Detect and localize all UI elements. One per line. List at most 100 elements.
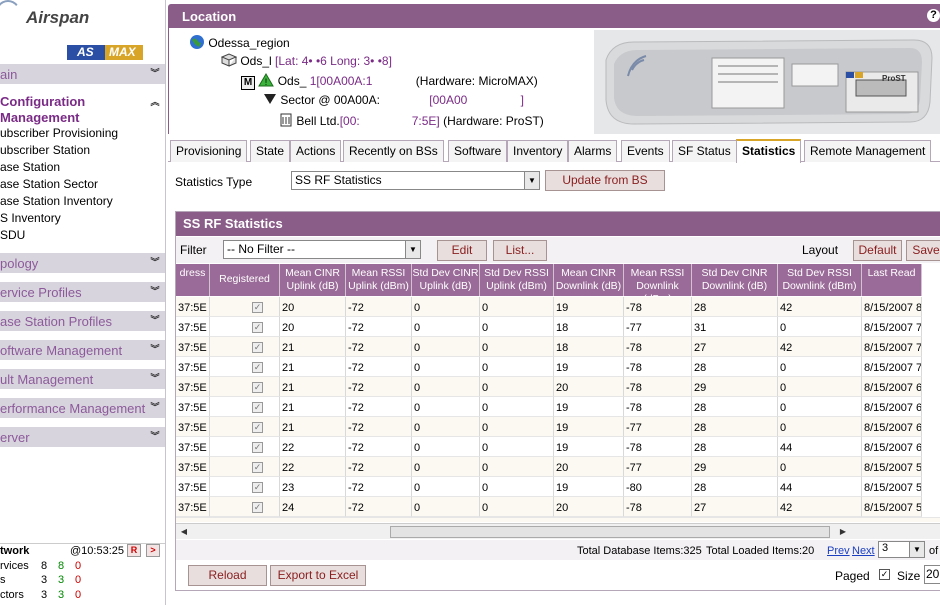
horizontal-scrollbar[interactable]: ◀ ▶ [176,523,940,539]
bottom-action-row: Reload Export to Excel Paged ✓ Size 20 [176,562,940,590]
chevron-down-icon[interactable]: ︾ [149,372,161,384]
nav-section-software-management[interactable]: oftware Management ︾ [0,339,165,360]
filter-value: -- No Filter -- [227,242,295,256]
nav-item-ss-inventory[interactable]: S Inventory [0,211,61,225]
nav-section-main[interactable]: ain ︾ [0,63,165,84]
column-header-address[interactable]: dress [176,264,210,296]
tree-label: Sector @ 00A00A: [280,93,380,107]
registered-checkbox: ✓ [252,302,263,313]
column-header-std-cinr-dl[interactable]: Std Dev CINR Downlink (dB) [692,264,778,296]
cell-std-cinr-ul: 0 [412,337,480,357]
chevron-down-icon[interactable]: ︾ [149,67,161,79]
nav-item-subscriber-provisioning[interactable]: ubscriber Provisioning [0,126,118,140]
page-size-input[interactable]: 20 [924,565,940,584]
update-from-bs-button[interactable]: Update from BS [545,170,665,191]
chevron-down-icon[interactable]: ︾ [149,401,161,413]
column-header-std-rssi-ul[interactable]: Std Dev RSSI Uplink (dBm) [480,264,554,296]
scroll-right-icon[interactable]: ▶ [836,525,850,539]
chevron-down-icon[interactable]: ▼ [524,172,539,189]
chevron-down-icon[interactable]: ︾ [149,430,161,442]
tab-software[interactable]: Software [448,140,508,162]
ss-rf-statistics-panel: SS RF Statistics Filter -- No Filter -- … [175,211,940,591]
paged-label: Paged [835,569,870,583]
nav-section-label: ain [0,67,18,82]
nav-item-base-station-inventory[interactable]: ase Station Inventory [0,194,113,208]
column-header-mean-cinr-ul[interactable]: Mean CINR Uplink (dB) [280,264,346,296]
tab-state[interactable]: State [250,140,291,162]
chevron-down-icon[interactable]: ︾ [149,314,161,326]
tab-sf-status[interactable]: SF Status [672,140,737,162]
nav-section-server[interactable]: erver ︾ [0,426,165,447]
next-page-link[interactable]: Next [852,545,875,557]
nav-item-subscriber-station[interactable]: ubscriber Station [0,143,90,157]
asmax-logo: AS MAX [67,45,143,60]
list-filter-button[interactable]: List... [493,240,547,261]
nav-section-fault-management[interactable]: ult Management ︾ [0,368,165,389]
layout-label: Layout [802,243,839,257]
nav-section-service-profiles[interactable]: ervice Profiles ︾ [0,281,165,302]
cell-mean-rssi-dl: -80 [624,477,692,497]
cell-address: 37:5E [176,417,210,437]
column-header-std-rssi-dl[interactable]: Std Dev RSSI Downlink (dBm) [778,264,862,296]
tab-alarms[interactable]: Alarms [568,140,618,162]
chevron-down-icon[interactable]: ︾ [149,256,161,268]
tree-node-region[interactable]: Odessa_region [189,34,290,50]
scrollbar-thumb[interactable] [390,526,830,538]
network-count: 8 [41,560,48,572]
column-header-mean-rssi-dl[interactable]: Mean RSSI Downlink (dBm) [624,264,692,296]
tree-coords: [Lat: 4• •6 Long: 3• •8] [275,54,392,68]
registered-checkbox: ✓ [252,342,263,353]
column-header-mean-cinr-dl[interactable]: Mean CINR Downlink (dB) [554,264,624,296]
cell-mean-cinr-ul: 24 [280,497,346,517]
page-select[interactable]: 3 ▼ [878,541,925,558]
chevron-down-icon[interactable]: ︾ [149,285,161,297]
network-row-label: s [0,574,6,586]
help-icon[interactable]: ? [927,9,940,22]
nav-section-topology[interactable]: pology ︾ [0,252,165,273]
refresh-button[interactable]: R [127,544,141,557]
save-layout-button[interactable]: Save [906,240,940,261]
tab-events[interactable]: Events [621,140,670,162]
tab-actions[interactable]: Actions [290,140,342,162]
chevron-up-icon[interactable]: ︽ [149,96,161,108]
tree-node-sector[interactable]: Sector @ 00A00A: [00A00 ] [263,93,524,107]
tab-remote-management[interactable]: Remote Management [804,140,932,162]
nav-item-base-station-sector[interactable]: ase Station Sector [0,177,98,191]
default-layout-button[interactable]: Default [853,240,902,261]
cell-last-read: 8/15/2007 6: [862,417,922,437]
nav-item-base-station[interactable]: ase Station [0,160,60,174]
filter-select[interactable]: -- No Filter -- ▼ [223,240,421,259]
nav-section-configuration-management[interactable]: Configuration Management ︽ [0,92,165,126]
edit-filter-button[interactable]: Edit [437,240,487,261]
filter-row: Filter -- No Filter -- ▼ Edit List... La… [176,237,940,263]
expand-button[interactable]: > [146,544,160,557]
chevron-down-icon[interactable]: ▼ [909,542,924,557]
column-header-registered[interactable]: Registered [210,264,280,296]
nav-section-base-station-profiles[interactable]: ase Station Profiles ︾ [0,310,165,331]
tab-statistics[interactable]: Statistics [736,139,802,163]
export-to-excel-button[interactable]: Export to Excel [270,565,366,586]
column-header-std-cinr-ul[interactable]: Std Dev CINR Uplink (dB) [412,264,480,296]
column-header-last-read[interactable]: Last Read [862,264,922,296]
scroll-left-icon[interactable]: ◀ [177,525,191,539]
column-header-mean-rssi-ul[interactable]: Mean RSSI Uplink (dBm) [346,264,412,296]
reload-button[interactable]: Reload [188,565,267,586]
statistics-type-value: SS RF Statistics [295,173,382,187]
tab-inventory[interactable]: Inventory [507,140,569,162]
chevron-down-icon[interactable]: ︾ [149,343,161,355]
tree-node-subscriber[interactable]: Bell Ltd.[00: 7:5E] (Hardware: ProST) [279,113,544,128]
left-sidebar: Airspan AS MAX ain ︾ Configuration Manag… [0,0,166,605]
nav-item-sdu[interactable]: SDU [0,228,25,242]
nav-section-performance-management[interactable]: erformance Management ︾ [0,397,165,418]
statistics-type-select[interactable]: SS RF Statistics ▼ [291,171,540,190]
tab-recently-on-bss[interactable]: Recently on BSs [343,140,444,162]
cell-mean-cinr-dl: 19 [554,437,624,457]
paged-checkbox[interactable]: ✓ [879,569,890,580]
cell-std-cinr-ul: 0 [412,437,480,457]
cell-mean-cinr-ul: 22 [280,457,346,477]
prev-page-link[interactable]: Prev [827,545,850,557]
tree-node-site[interactable]: Ods_l [Lat: 4• •6 Long: 3• •8] [220,53,392,68]
tree-node-base-station[interactable]: M ! Ods_ 1[00A00A:1 (Hardware: MicroMAX) [241,73,538,90]
tab-provisioning[interactable]: Provisioning [170,140,248,162]
chevron-down-icon[interactable]: ▼ [405,241,420,258]
